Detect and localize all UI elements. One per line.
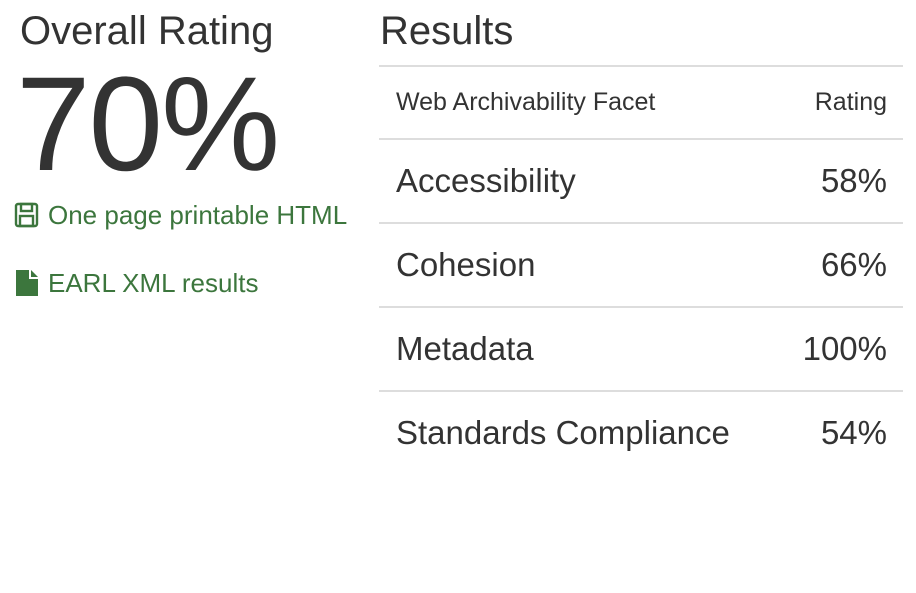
results-table: Web Archivability Facet Rating Accessibi… — [379, 65, 903, 474]
table-row: Cohesion 66% — [379, 222, 903, 307]
printable-html-label: One page printable HTML — [48, 200, 348, 230]
facet-name: Metadata — [379, 306, 776, 391]
earl-xml-link[interactable]: EARL XML results — [14, 268, 258, 298]
column-header-facet: Web Archivability Facet — [379, 65, 776, 139]
facet-rating: 58% — [775, 138, 903, 223]
table-row: Metadata 100% — [379, 306, 903, 391]
printable-html-link[interactable]: One page printable HTML — [14, 200, 347, 230]
table-row: Standards Compliance 54% — [379, 390, 903, 474]
facet-name: Cohesion — [379, 222, 776, 307]
facet-rating: 100% — [775, 306, 903, 391]
facet-rating: 66% — [775, 222, 903, 307]
table-row: Accessibility 58% — [379, 138, 903, 223]
facet-name: Standards Compliance — [379, 390, 776, 474]
file-icon — [14, 269, 40, 297]
column-header-rating: Rating — [775, 65, 903, 139]
earl-xml-label: EARL XML results — [48, 268, 259, 298]
facet-rating: 54% — [775, 390, 903, 474]
floppy-disk-icon — [14, 201, 40, 229]
facet-name: Accessibility — [379, 138, 776, 223]
overall-rating-value: 70% — [16, 50, 280, 199]
page: Overall Rating 70% One page printable HT… — [0, 0, 916, 593]
table-header-row: Web Archivability Facet Rating — [379, 65, 903, 139]
overall-rating-title: Overall Rating — [20, 9, 274, 53]
results-title: Results — [380, 9, 514, 53]
